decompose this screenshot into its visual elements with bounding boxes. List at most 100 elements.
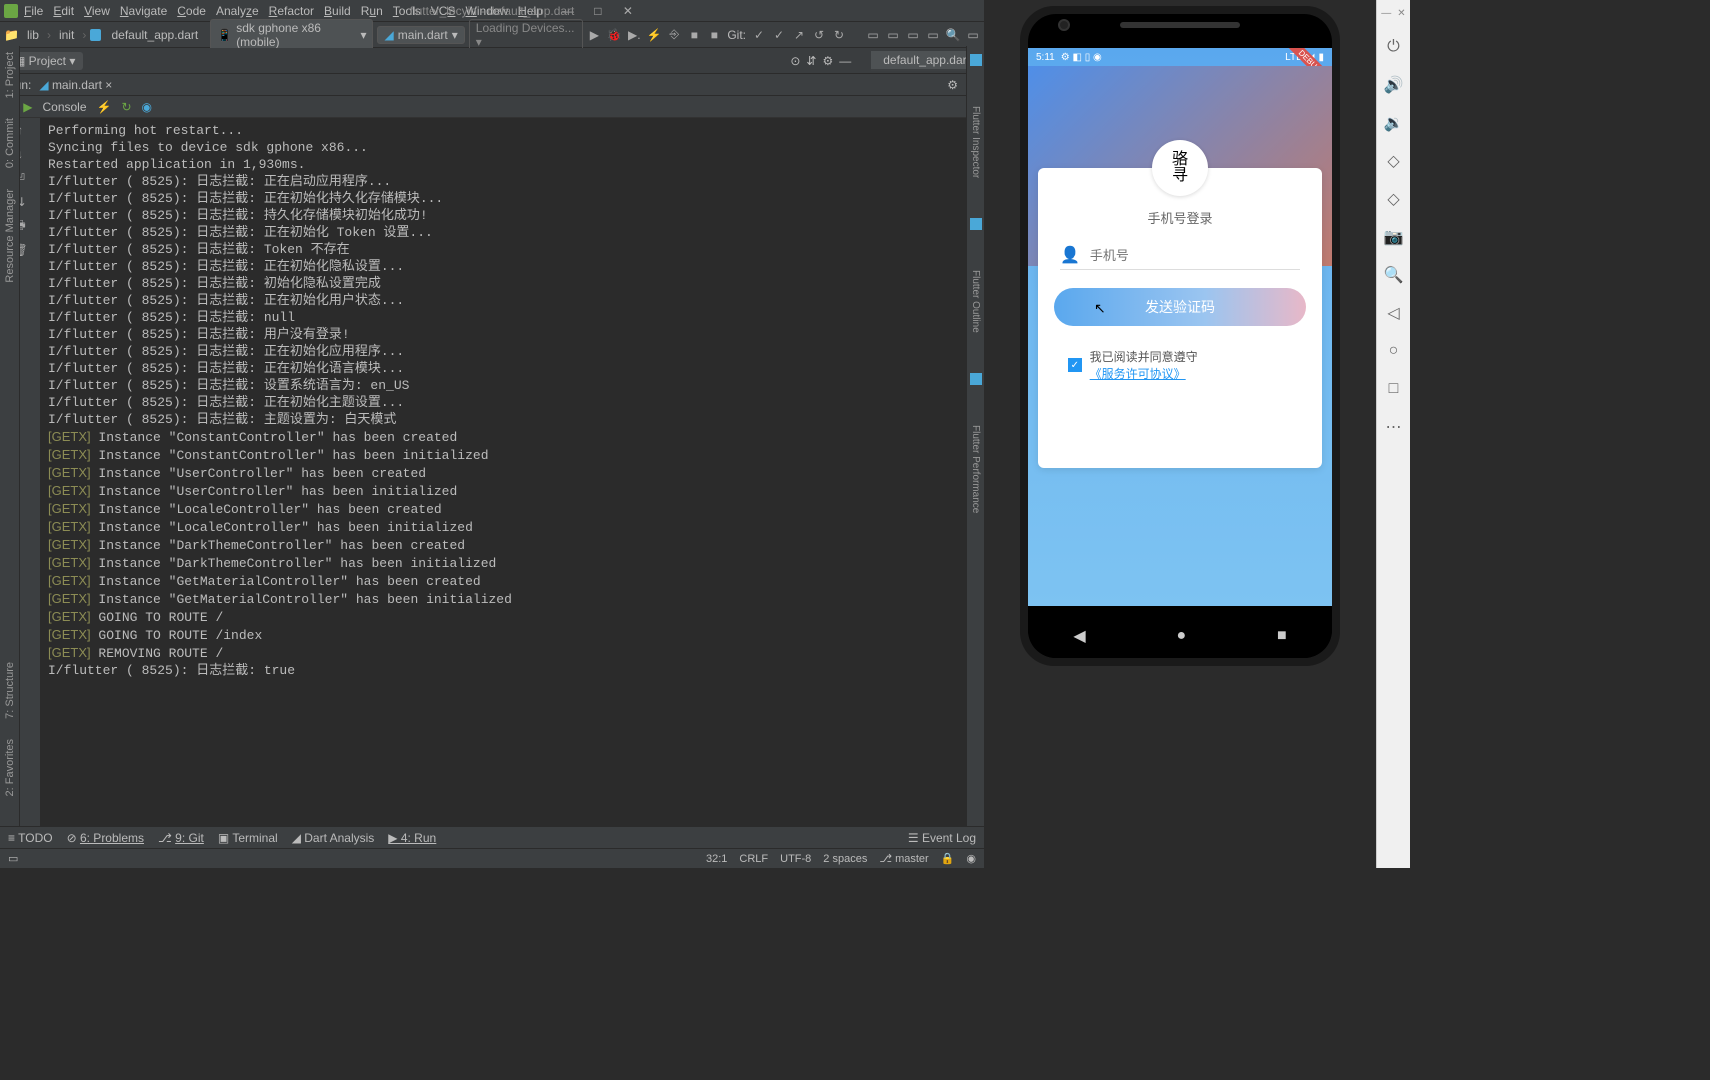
nav-home[interactable]: ● — [1176, 627, 1186, 645]
menu-view[interactable]: View — [84, 4, 110, 18]
inspector-icon[interactable]: ◉ — [966, 852, 976, 865]
strip-commit[interactable]: 0: Commit — [4, 118, 16, 168]
crumb-lib[interactable]: lib — [23, 28, 43, 42]
console-output[interactable]: Performing hot restart... Syncing files … — [40, 118, 984, 826]
rerun-icon[interactable]: ▶ — [23, 100, 32, 114]
menu-build[interactable]: Build — [324, 4, 351, 18]
tab-run[interactable]: ▶ 4: Run — [388, 831, 436, 845]
stop-icon[interactable]: ■ — [687, 28, 701, 42]
menu-refactor[interactable]: Refactor — [269, 4, 314, 18]
git-update-icon[interactable]: ✓ — [752, 28, 766, 42]
android-nav: ◀ ● ■ — [1028, 614, 1332, 658]
collapse-icon[interactable]: ⇵ — [806, 54, 816, 68]
overview-icon[interactable]: □ — [1384, 379, 1404, 399]
console-tab[interactable]: Console — [42, 100, 86, 114]
phone-input[interactable] — [1090, 248, 1300, 263]
editor-tab[interactable]: default_app.dart — [871, 51, 978, 71]
menu-code[interactable]: Code — [177, 4, 206, 18]
emu-close[interactable]: ✕ — [1397, 8, 1405, 19]
run-tab-main[interactable]: ◢ main.dart × — [31, 78, 120, 92]
git-branch[interactable]: ⎇ master — [879, 852, 928, 865]
status-icon[interactable]: ▭ — [8, 852, 18, 865]
nav-back[interactable]: ◀ — [1073, 626, 1085, 646]
indent[interactable]: 2 spaces — [823, 853, 867, 865]
layout-icon[interactable]: ▭ — [906, 28, 920, 42]
zoom-icon[interactable]: 🔍 — [1384, 265, 1404, 285]
attach-icon[interactable]: ⎆ — [667, 28, 681, 42]
window-maximize[interactable]: □ — [583, 4, 613, 18]
tab-problems[interactable]: ⊘ 6: Problems — [67, 831, 144, 845]
hot-reload-icon[interactable]: ⚡ — [97, 100, 112, 114]
crumb-init[interactable]: init — [55, 28, 78, 42]
gear-icon[interactable]: ⚙ — [947, 78, 958, 92]
nav-recents[interactable]: ■ — [1277, 627, 1287, 645]
emu-min[interactable]: — — [1381, 8, 1391, 19]
tab-todo[interactable]: ≡ TODO — [8, 831, 53, 845]
git-history-icon[interactable]: ↺ — [812, 28, 826, 42]
strip-favorites[interactable]: 2: Favorites — [4, 739, 16, 796]
rotate-right-icon[interactable]: ◇ — [1384, 189, 1404, 209]
resource-icon[interactable]: ▭ — [926, 28, 940, 42]
agree-row: ✓ 我已阅读并同意遵守 《服务许可协议》 — [1068, 348, 1292, 382]
search-icon[interactable]: 🔍 — [946, 28, 960, 42]
flutter-icon[interactable] — [970, 54, 982, 66]
console-body: ↑ ↓ ⏎ ⇊ 🖶 🗑 Performing hot restart... Sy… — [0, 118, 984, 826]
tab-git[interactable]: ⎇ 9: Git — [158, 831, 204, 845]
hot-reload-icon[interactable]: ⚡ — [647, 28, 661, 42]
tab-terminal[interactable]: ▣ Terminal — [218, 831, 278, 845]
tos-link[interactable]: 《服务许可协议》 — [1090, 367, 1186, 381]
strip-structure[interactable]: 7: Structure — [4, 662, 16, 719]
rotate-left-icon[interactable]: ◇ — [1384, 151, 1404, 171]
crumb-file[interactable]: default_app.dart — [107, 28, 202, 42]
line-sep[interactable]: CRLF — [739, 853, 768, 865]
ide-window: FFileile Edit View Navigate Code Analyze… — [0, 0, 984, 868]
devtools-icon[interactable]: ◉ — [142, 100, 152, 114]
flutter-icon[interactable] — [970, 218, 982, 230]
git-push-icon[interactable]: ↗ — [792, 28, 806, 42]
loading-devices[interactable]: Loading Devices... ▾ — [469, 19, 584, 51]
menu-analyze[interactable]: Analyze — [216, 4, 259, 18]
menu-edit[interactable]: Edit — [53, 4, 74, 18]
tab-dart[interactable]: ◢ Dart Analysis — [292, 831, 375, 845]
phone-screen[interactable]: 5:11 ⚙ ◧ ▯ ◉ LTE ◢ ▮ DEBUG 骆 寻 手机号登录 — [1028, 48, 1332, 606]
strip-inspector[interactable]: Flutter Inspector — [970, 106, 981, 178]
flutter-icon[interactable] — [970, 373, 982, 385]
window-close[interactable]: ✕ — [613, 4, 643, 18]
settings-icon[interactable]: ▭ — [966, 28, 980, 42]
avd-icon[interactable]: ▭ — [866, 28, 880, 42]
home-icon[interactable]: ○ — [1384, 341, 1404, 361]
run-icon[interactable]: ▶ — [587, 28, 601, 42]
power-icon[interactable]: ⏻ — [1384, 37, 1404, 57]
encoding[interactable]: UTF-8 — [780, 853, 811, 865]
agree-checkbox[interactable]: ✓ — [1068, 358, 1082, 372]
hide-icon[interactable]: — — [839, 54, 851, 68]
stop2-icon[interactable]: ■ — [707, 28, 721, 42]
target-icon[interactable]: ⊙ — [790, 54, 800, 68]
strip-outline[interactable]: Flutter Outline — [970, 270, 981, 333]
event-log[interactable]: ☰ Event Log — [908, 831, 976, 845]
menu-run[interactable]: Run — [361, 4, 383, 18]
menu-navigate[interactable]: Navigate — [120, 4, 167, 18]
git-commit-icon[interactable]: ✓ — [772, 28, 786, 42]
debug-icon[interactable]: 🐞 — [607, 28, 621, 42]
volume-icon[interactable]: 🔊 — [1384, 75, 1404, 95]
coverage-icon[interactable]: ▶. — [627, 28, 641, 42]
back-icon[interactable]: ◁ — [1384, 303, 1404, 323]
hot-restart-icon[interactable]: ↻ — [121, 100, 131, 114]
gear-icon[interactable]: ⚙ — [822, 54, 833, 68]
strip-perf[interactable]: Flutter Performance — [970, 425, 981, 513]
menu-file[interactable]: FFileile — [24, 4, 43, 18]
strip-project[interactable]: 1: Project — [4, 52, 16, 98]
console-bar: ■ ▶ Console ⚡ ↻ ◉ ▭ — [0, 96, 984, 118]
lock-icon[interactable]: 🔒 — [941, 852, 955, 865]
send-code-button[interactable]: 发送验证码 ↖ — [1054, 288, 1306, 326]
strip-resmgr[interactable]: Resource Manager — [4, 189, 16, 283]
volume-down-icon[interactable]: 🔉 — [1384, 113, 1404, 133]
app-logo-icon — [4, 4, 18, 18]
git-rollback-icon[interactable]: ↻ — [832, 28, 846, 42]
camera-icon[interactable]: 📷 — [1384, 227, 1404, 247]
device-select[interactable]: 📱 sdk gphone x86 (mobile)▾ — [210, 19, 373, 51]
more-icon[interactable]: ⋯ — [1384, 417, 1404, 437]
sdk-icon[interactable]: ▭ — [886, 28, 900, 42]
run-config-select[interactable]: ◢ main.dart▾ — [377, 26, 464, 44]
